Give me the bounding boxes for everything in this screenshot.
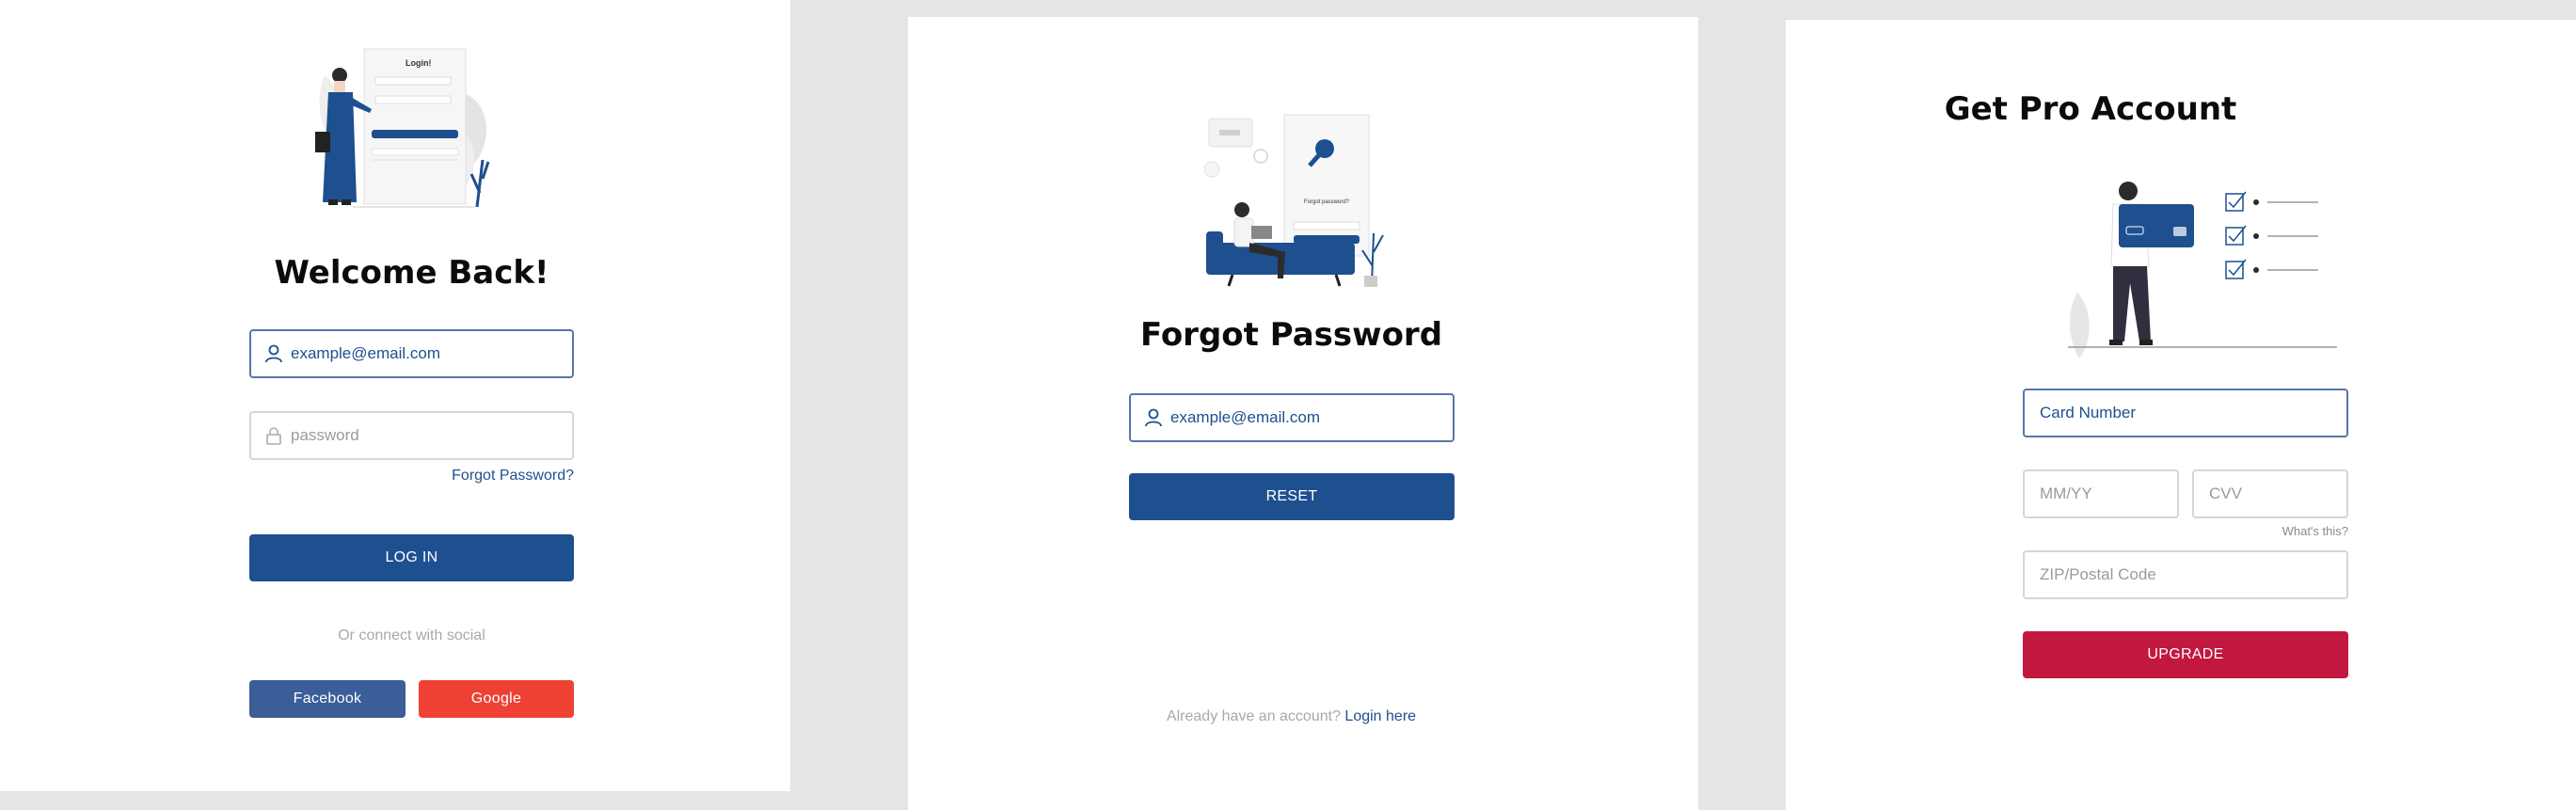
login-panel: Login! Welcome Back! example@email.com p… bbox=[0, 0, 790, 791]
lock-icon bbox=[263, 425, 284, 446]
login-prompt-text: Already have an account? bbox=[1166, 708, 1341, 724]
login-illustration: Login! bbox=[315, 48, 490, 208]
email-field[interactable]: example@email.com bbox=[1129, 393, 1455, 442]
card-number-placeholder: Card Number bbox=[2040, 404, 2137, 421]
expiry-field[interactable]: MM/YY bbox=[2023, 469, 2179, 518]
forgot-illustration: Forgot password? bbox=[1204, 114, 1384, 287]
cvv-field[interactable]: CVV bbox=[2192, 469, 2348, 518]
email-value: example@email.com bbox=[291, 344, 440, 362]
user-icon bbox=[263, 343, 284, 364]
reset-button[interactable]: RESET bbox=[1129, 473, 1455, 520]
login-prompt: Already have an account? Login here bbox=[908, 708, 1675, 725]
email-value: example@email.com bbox=[1170, 408, 1320, 426]
cvv-placeholder: CVV bbox=[2209, 484, 2242, 502]
google-button[interactable]: Google bbox=[419, 680, 574, 718]
cvv-help-link[interactable]: What's this? bbox=[2192, 524, 2348, 538]
pro-account-panel: Get Pro Account Card Number MM/YY CVV Wh… bbox=[1786, 20, 2576, 810]
illustration-title: Forgot password? bbox=[1304, 199, 1350, 205]
zip-field[interactable]: ZIP/Postal Code bbox=[2023, 550, 2348, 599]
email-field[interactable]: example@email.com bbox=[249, 329, 574, 378]
forgot-password-panel: Forgot password? Forgot Password example… bbox=[908, 17, 1698, 810]
password-field[interactable]: password bbox=[249, 411, 574, 460]
upgrade-button[interactable]: UPGRADE bbox=[2023, 631, 2348, 678]
zip-placeholder: ZIP/Postal Code bbox=[2040, 565, 2156, 583]
login-here-link[interactable]: Login here bbox=[1344, 708, 1416, 724]
card-number-field[interactable]: Card Number bbox=[2023, 389, 2348, 437]
payment-illustration bbox=[2068, 182, 2337, 358]
social-connect-text: Or connect with social bbox=[338, 627, 485, 643]
password-placeholder: password bbox=[291, 426, 359, 444]
login-button[interactable]: LOG IN bbox=[249, 534, 574, 581]
illustration-title: Login! bbox=[405, 58, 432, 68]
facebook-button[interactable]: Facebook bbox=[249, 680, 405, 718]
user-icon bbox=[1143, 407, 1164, 428]
page-title: Get Pro Account bbox=[1944, 90, 2237, 128]
page-title: Forgot Password bbox=[1139, 316, 1443, 354]
expiry-placeholder: MM/YY bbox=[2040, 484, 2092, 502]
forgot-password-link[interactable]: Forgot Password? bbox=[395, 468, 574, 484]
page-title: Welcome Back! bbox=[274, 254, 549, 292]
